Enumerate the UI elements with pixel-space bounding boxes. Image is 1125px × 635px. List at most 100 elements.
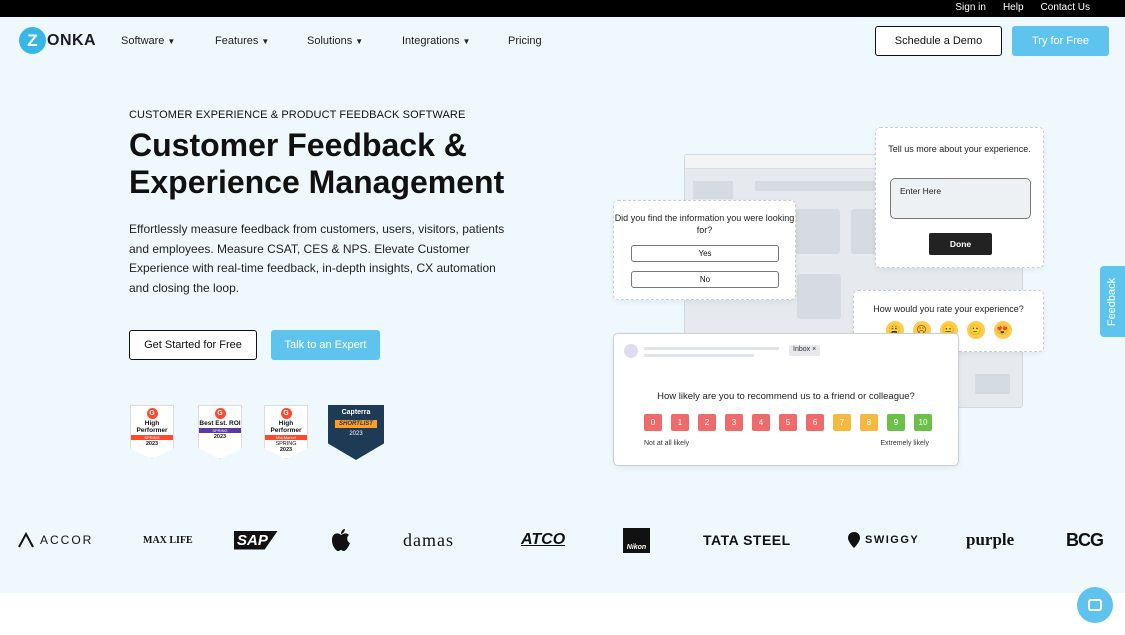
badge-year: 2023: [213, 434, 227, 440]
nps-score-9[interactable]: 9: [887, 414, 905, 431]
nps-score-6[interactable]: 6: [806, 414, 824, 431]
headline-line-2: Experience Management: [129, 164, 505, 200]
nps-score-5[interactable]: 5: [779, 414, 797, 431]
feedback-tab-label: Feedback: [1106, 277, 1119, 326]
nps-score-10[interactable]: 10: [914, 414, 932, 431]
bcg-logo: BCG: [1066, 520, 1104, 560]
apple-icon: [332, 529, 350, 551]
capterra-label: SHORTLIST: [335, 420, 377, 428]
g2-badge-high-performer: G High Performer SPRING 2023: [130, 405, 174, 459]
capterra-shortlist-badge: Capterra SHORTLIST 2023: [328, 405, 384, 460]
max-life-logo: MAX LIFE: [143, 520, 193, 560]
atco-text: ATCO: [521, 531, 566, 548]
accor-logo: ACCOR: [18, 520, 93, 560]
caret-down-icon: ▼: [261, 36, 270, 46]
swiggy-pin-icon: [848, 532, 860, 548]
done-button[interactable]: Done: [929, 233, 992, 255]
info-question: Did you find the information you were lo…: [614, 213, 795, 235]
smiling-face-icon[interactable]: 🙂: [966, 321, 985, 339]
text-question: Tell us more about your experience.: [888, 144, 1031, 154]
badge-strip: Mid-Market: [265, 435, 307, 440]
g2-icon: G: [214, 408, 226, 419]
swiggy-logo: SWIGGY: [847, 520, 919, 560]
logo-mark: Z: [19, 27, 46, 54]
no-option[interactable]: No: [631, 271, 779, 288]
try-free-button[interactable]: Try for Free: [1012, 26, 1109, 56]
nps-score-7[interactable]: 7: [833, 414, 851, 431]
bcg-text: BCG: [1066, 529, 1104, 550]
nps-score-1[interactable]: 1: [671, 414, 689, 431]
capterra-year: 2023: [349, 431, 363, 437]
talk-to-expert-button[interactable]: Talk to an Expert: [271, 330, 380, 360]
caret-down-icon: ▼: [355, 36, 364, 46]
contact-us-link[interactable]: Contact Us: [1041, 2, 1090, 13]
swiggy-text: SWIGGY: [865, 534, 920, 546]
nav-item-solutions[interactable]: Solutions ▼: [307, 35, 402, 47]
atco-logo: ATCO: [521, 520, 565, 560]
placeholder-line: [644, 354, 754, 357]
hero-description: Effortlessly measure feedback from custo…: [129, 222, 505, 295]
capterra-name: Capterra: [341, 409, 371, 416]
nav-label: Solutions: [307, 35, 353, 47]
badge-strip: SPRING: [199, 428, 241, 433]
nps-score-8[interactable]: 8: [860, 414, 878, 431]
rating-question: How would you rate your experience?: [873, 304, 1024, 314]
sign-in-link[interactable]: Sign in: [955, 2, 986, 13]
nps-survey-card: Inbox × How likely are you to recommend …: [613, 333, 959, 466]
nps-score-3[interactable]: 3: [725, 414, 743, 431]
apple-logo: [330, 520, 352, 560]
g2-icon: G: [280, 408, 292, 419]
hero-eyebrow: CUSTOMER EXPERIENCE & PRODUCT FEEDBACK S…: [129, 109, 466, 121]
logo-text: ONKA: [47, 31, 97, 49]
nav-label: Software: [121, 35, 165, 47]
chat-launcher-button[interactable]: [1077, 587, 1113, 623]
g2-badge-high-performer-midmarket: G High Performer Mid-Market SPRING 2023: [264, 405, 308, 459]
nps-score-0[interactable]: 0: [644, 414, 662, 431]
help-link[interactable]: Help: [1003, 2, 1024, 13]
tata-steel-text: TATA STEEL: [703, 532, 791, 548]
main-nav: Z ONKA Software ▼ Features ▼ Solutions ▼ In…: [0, 17, 1125, 67]
info-survey-card: Did you find the information you were lo…: [613, 200, 796, 300]
utility-links: Sign in Help Contact Us: [955, 2, 1090, 13]
caret-down-icon: ▼: [462, 36, 471, 46]
yes-option[interactable]: Yes: [631, 245, 779, 262]
badge-title: High Performer: [136, 420, 168, 434]
feedback-textarea[interactable]: Enter Here: [890, 178, 1031, 219]
nav-menu: Software ▼ Features ▼ Solutions ▼ Integrati…: [121, 35, 542, 47]
purple-logo: purple: [966, 520, 1014, 560]
badge-year: 2023: [279, 447, 293, 453]
damas-text: damas: [403, 529, 454, 550]
nav-item-software[interactable]: Software ▼: [121, 35, 215, 47]
zonka-logo[interactable]: Z ONKA: [19, 27, 96, 54]
nps-score-4[interactable]: 4: [752, 414, 770, 431]
sap-logo: SAP: [234, 520, 278, 560]
badge-strip: SPRING: [131, 435, 173, 440]
badge-year: 2023: [145, 441, 159, 447]
nps-scale: 0 1 2 3 4 5 6 7 8 9 10: [644, 414, 932, 431]
email-avatar: [624, 344, 638, 358]
schedule-demo-button[interactable]: Schedule a Demo: [875, 26, 1002, 56]
top-utility-bar: Sign in Help Contact Us: [0, 0, 1125, 17]
nps-low-label: Not at all likely: [644, 440, 690, 447]
nps-score-2[interactable]: 2: [698, 414, 716, 431]
purple-text: purple: [966, 530, 1015, 549]
badge-title: High Performer: [270, 420, 302, 434]
nps-high-label: Extremely likely: [880, 440, 929, 447]
badge-title: Best Est. ROI: [199, 420, 241, 427]
placeholder-line: [644, 347, 779, 350]
sap-text: SAP: [234, 530, 278, 550]
hero-headline: Customer Feedback & Experience Managemen…: [129, 127, 549, 201]
max-life-text: MAX LIFE: [143, 534, 193, 546]
get-started-button[interactable]: Get Started for Free: [129, 330, 257, 360]
accor-mark-icon: [18, 532, 34, 548]
accor-text: ACCOR: [40, 533, 94, 547]
nav-item-pricing[interactable]: Pricing: [508, 35, 542, 47]
client-logos: ACCOR MAX LIFE SAP damas ATCO Nikon TATA…: [0, 520, 1125, 560]
headline-line-1: Customer Feedback &: [129, 127, 467, 163]
heart-eyes-face-icon[interactable]: 😍: [993, 321, 1012, 339]
nav-item-features[interactable]: Features ▼: [215, 35, 307, 47]
nav-item-integrations[interactable]: Integrations ▼: [402, 35, 508, 47]
feedback-tab[interactable]: Feedback: [1100, 266, 1125, 337]
nikon-logo: Nikon: [623, 520, 650, 560]
inbox-tag: Inbox ×: [789, 345, 821, 356]
